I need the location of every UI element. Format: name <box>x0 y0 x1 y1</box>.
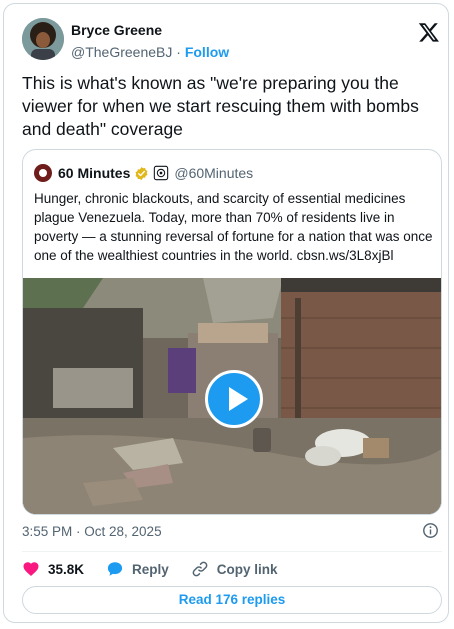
like-button[interactable]: 35.8K <box>22 560 84 578</box>
quoted-tweet-header: 60 Minutes @60Minutes <box>34 163 253 183</box>
quoted-tweet[interactable]: 60 Minutes @60Minutes Hunger, chronic bl… <box>22 149 442 515</box>
author-name[interactable]: Bryce Greene <box>71 22 162 38</box>
reply-icon <box>107 562 123 576</box>
tweet-text: This is what's known as "we're preparing… <box>22 73 419 139</box>
avatar[interactable] <box>22 18 64 60</box>
verified-badge-icon <box>135 166 148 180</box>
quoted-author-handle[interactable]: @60Minutes <box>174 165 253 181</box>
play-icon[interactable] <box>205 370 263 428</box>
tweet-embed-card: Bryce Greene @TheGreeneBJ · Follow This … <box>3 3 449 623</box>
quoted-avatar[interactable] <box>34 164 52 182</box>
separator-dot: · <box>176 44 181 60</box>
tweet-actions: 35.8K Reply Copy link <box>22 560 300 578</box>
x-logo-icon[interactable] <box>418 21 440 43</box>
read-replies-button[interactable]: Read 176 replies <box>22 586 442 614</box>
video-thumbnail[interactable] <box>23 278 441 514</box>
follow-button[interactable]: Follow <box>185 44 229 60</box>
heart-icon <box>23 562 39 576</box>
author-handle[interactable]: @TheGreeneBJ <box>71 44 172 60</box>
affiliate-badge-icon <box>154 165 169 181</box>
reply-button[interactable]: Reply <box>106 560 169 578</box>
tweet-timestamp[interactable]: 3:55 PM · Oct 28, 2025 <box>22 524 162 539</box>
reply-label: Reply <box>132 561 169 577</box>
divider <box>22 551 442 552</box>
like-count: 35.8K <box>48 561 85 577</box>
copy-link-button[interactable]: Copy link <box>191 560 278 578</box>
quoted-author-name[interactable]: 60 Minutes <box>58 165 130 181</box>
info-icon[interactable] <box>422 522 439 539</box>
copy-link-label: Copy link <box>216 561 278 577</box>
link-icon <box>192 561 208 577</box>
quoted-tweet-text: Hunger, chronic blackouts, and scarcity … <box>34 191 433 263</box>
author-handle-row: @TheGreeneBJ · Follow <box>71 44 229 60</box>
